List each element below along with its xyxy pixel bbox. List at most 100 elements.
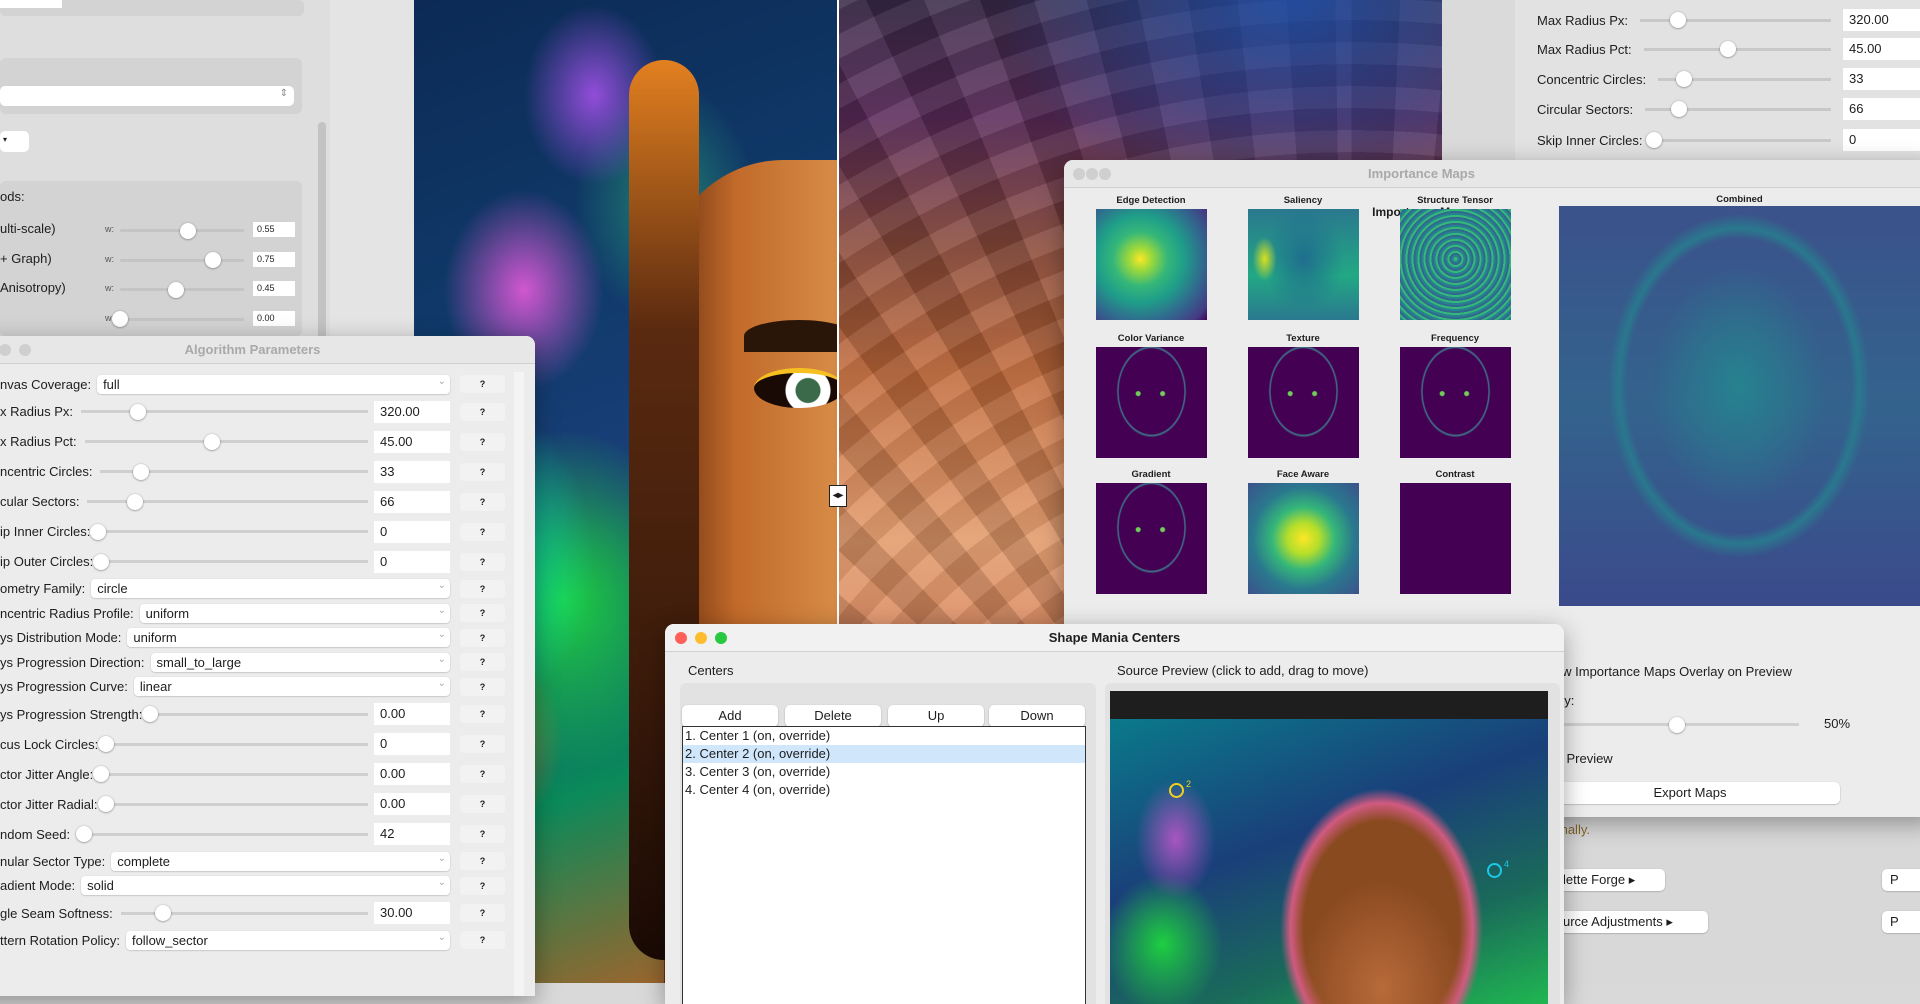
slider-thumb[interactable] [133, 464, 149, 480]
weight-slider[interactable] [120, 318, 244, 321]
up-button[interactable]: Up [888, 705, 984, 727]
slider-thumb[interactable] [1669, 717, 1685, 733]
param-slider[interactable] [1658, 78, 1831, 81]
help-button[interactable]: ? [460, 604, 505, 622]
down-button[interactable]: Down [989, 705, 1085, 727]
source-preview-canvas[interactable]: 2 4 [1110, 691, 1548, 1004]
slider-thumb[interactable] [130, 404, 146, 420]
param-value-input[interactable]: 45.00 [1843, 38, 1920, 60]
slider-thumb[interactable] [142, 706, 158, 722]
parameter-value-input[interactable]: 0.00 [374, 793, 450, 815]
weight-value-input[interactable]: 0.75 [253, 252, 295, 267]
parameter-slider[interactable] [78, 833, 368, 836]
parameter-value-input[interactable]: 42 [374, 823, 450, 845]
help-button[interactable]: ? [460, 580, 505, 598]
weight-slider[interactable] [120, 259, 244, 262]
title-bar[interactable]: Algorithm Parameters [0, 336, 535, 364]
slider-thumb[interactable] [1670, 12, 1686, 28]
center-list-item[interactable]: 4. Center 4 (on, override) [683, 781, 1085, 799]
right-button-1[interactable]: P [1882, 869, 1920, 891]
parameter-select[interactable]: solid⌄ [81, 876, 450, 895]
delete-button[interactable]: Delete [785, 705, 881, 727]
help-button[interactable]: ? [460, 553, 505, 571]
param-value-input[interactable]: 0 [1843, 129, 1920, 151]
title-bar[interactable]: Importance Maps [1064, 160, 1920, 188]
param-value-input[interactable]: 66 [1843, 98, 1920, 120]
opacity-slider[interactable] [1554, 723, 1799, 726]
param-slider[interactable] [1654, 139, 1831, 142]
parameter-select[interactable]: uniform⌄ [127, 628, 450, 647]
slider-thumb[interactable] [1646, 132, 1662, 148]
minimize-button[interactable] [0, 344, 11, 356]
slider-thumb[interactable] [204, 434, 220, 450]
help-button[interactable]: ? [460, 877, 505, 895]
help-button[interactable]: ? [460, 375, 505, 393]
param-value-input[interactable]: 320.00 [1843, 9, 1920, 31]
parameter-slider[interactable] [101, 773, 368, 776]
parameter-select[interactable]: circle⌄ [91, 579, 450, 598]
slider-thumb[interactable] [180, 223, 196, 239]
help-button[interactable]: ? [460, 852, 505, 870]
slider-thumb[interactable] [93, 766, 109, 782]
parameter-slider[interactable] [150, 713, 368, 716]
small-dropdown[interactable]: ▾ [0, 131, 29, 152]
slider-thumb[interactable] [127, 494, 143, 510]
center-marker-2[interactable] [1169, 783, 1184, 798]
help-button[interactable]: ? [460, 931, 505, 949]
parameter-slider[interactable] [121, 912, 368, 915]
param-slider[interactable] [1645, 108, 1831, 111]
help-button[interactable]: ? [460, 433, 505, 451]
parameter-slider[interactable] [87, 500, 368, 503]
parameter-value-input[interactable]: 66 [374, 491, 450, 513]
split-handle-icon[interactable]: ◂▸ [829, 485, 847, 507]
palette-forge-button[interactable]: lette Forge ▸ [1555, 869, 1665, 891]
add-button[interactable]: Add [682, 705, 778, 727]
help-button[interactable]: ? [460, 735, 505, 753]
close-button[interactable] [675, 632, 687, 644]
parameter-slider[interactable] [106, 743, 368, 746]
parameter-value-input[interactable]: 320.00 [374, 401, 450, 423]
weight-slider[interactable] [120, 229, 244, 232]
slider-thumb[interactable] [168, 282, 184, 298]
parameter-value-input[interactable]: 0 [374, 521, 450, 543]
parameter-slider[interactable] [106, 803, 368, 806]
help-button[interactable]: ? [460, 904, 505, 922]
slider-thumb[interactable] [76, 826, 92, 842]
center-list-item[interactable]: 1. Center 1 (on, override) [683, 727, 1085, 745]
title-bar[interactable]: Shape Mania Centers [665, 624, 1564, 652]
parameter-select[interactable]: complete⌄ [111, 852, 450, 871]
slider-thumb[interactable] [112, 311, 128, 327]
parameter-slider[interactable] [98, 530, 368, 533]
source-adjustments-button[interactable]: urce Adjustments ▸ [1555, 911, 1708, 933]
slider-thumb[interactable] [93, 554, 109, 570]
weight-value-input[interactable]: 0.55 [253, 222, 295, 237]
center-list-item[interactable]: 3. Center 3 (on, override) [683, 763, 1085, 781]
help-button[interactable]: ? [460, 523, 505, 541]
param-slider[interactable] [1644, 48, 1831, 51]
help-button[interactable]: ? [460, 463, 505, 481]
help-button[interactable]: ? [460, 629, 505, 647]
help-button[interactable]: ? [460, 493, 505, 511]
slider-thumb[interactable] [98, 736, 114, 752]
param-value-input[interactable]: 33 [1843, 68, 1920, 90]
help-button[interactable]: ? [460, 705, 505, 723]
parameter-value-input[interactable]: 0 [374, 551, 450, 573]
method-select[interactable]: ⇕ [0, 86, 294, 106]
help-button[interactable]: ? [460, 653, 505, 671]
parameter-value-input[interactable]: 0.00 [374, 763, 450, 785]
zoom-button[interactable] [19, 344, 31, 356]
slider-thumb[interactable] [155, 905, 171, 921]
parameter-select[interactable]: uniform⌄ [140, 604, 450, 623]
center-list-item[interactable]: 2. Center 2 (on, override) [683, 745, 1085, 763]
centers-list[interactable]: 1. Center 1 (on, override)2. Center 2 (o… [682, 726, 1086, 1004]
slider-thumb[interactable] [1671, 101, 1687, 117]
parameter-value-input[interactable]: 0.00 [374, 703, 450, 725]
help-button[interactable]: ? [460, 795, 505, 813]
help-button[interactable]: ? [460, 825, 505, 843]
text-field[interactable] [0, 0, 62, 8]
parameter-select[interactable]: linear⌄ [134, 677, 450, 696]
center-marker-4[interactable] [1487, 863, 1502, 878]
help-button[interactable]: ? [460, 765, 505, 783]
parameter-slider[interactable] [100, 470, 368, 473]
param-slider[interactable] [1640, 19, 1831, 22]
